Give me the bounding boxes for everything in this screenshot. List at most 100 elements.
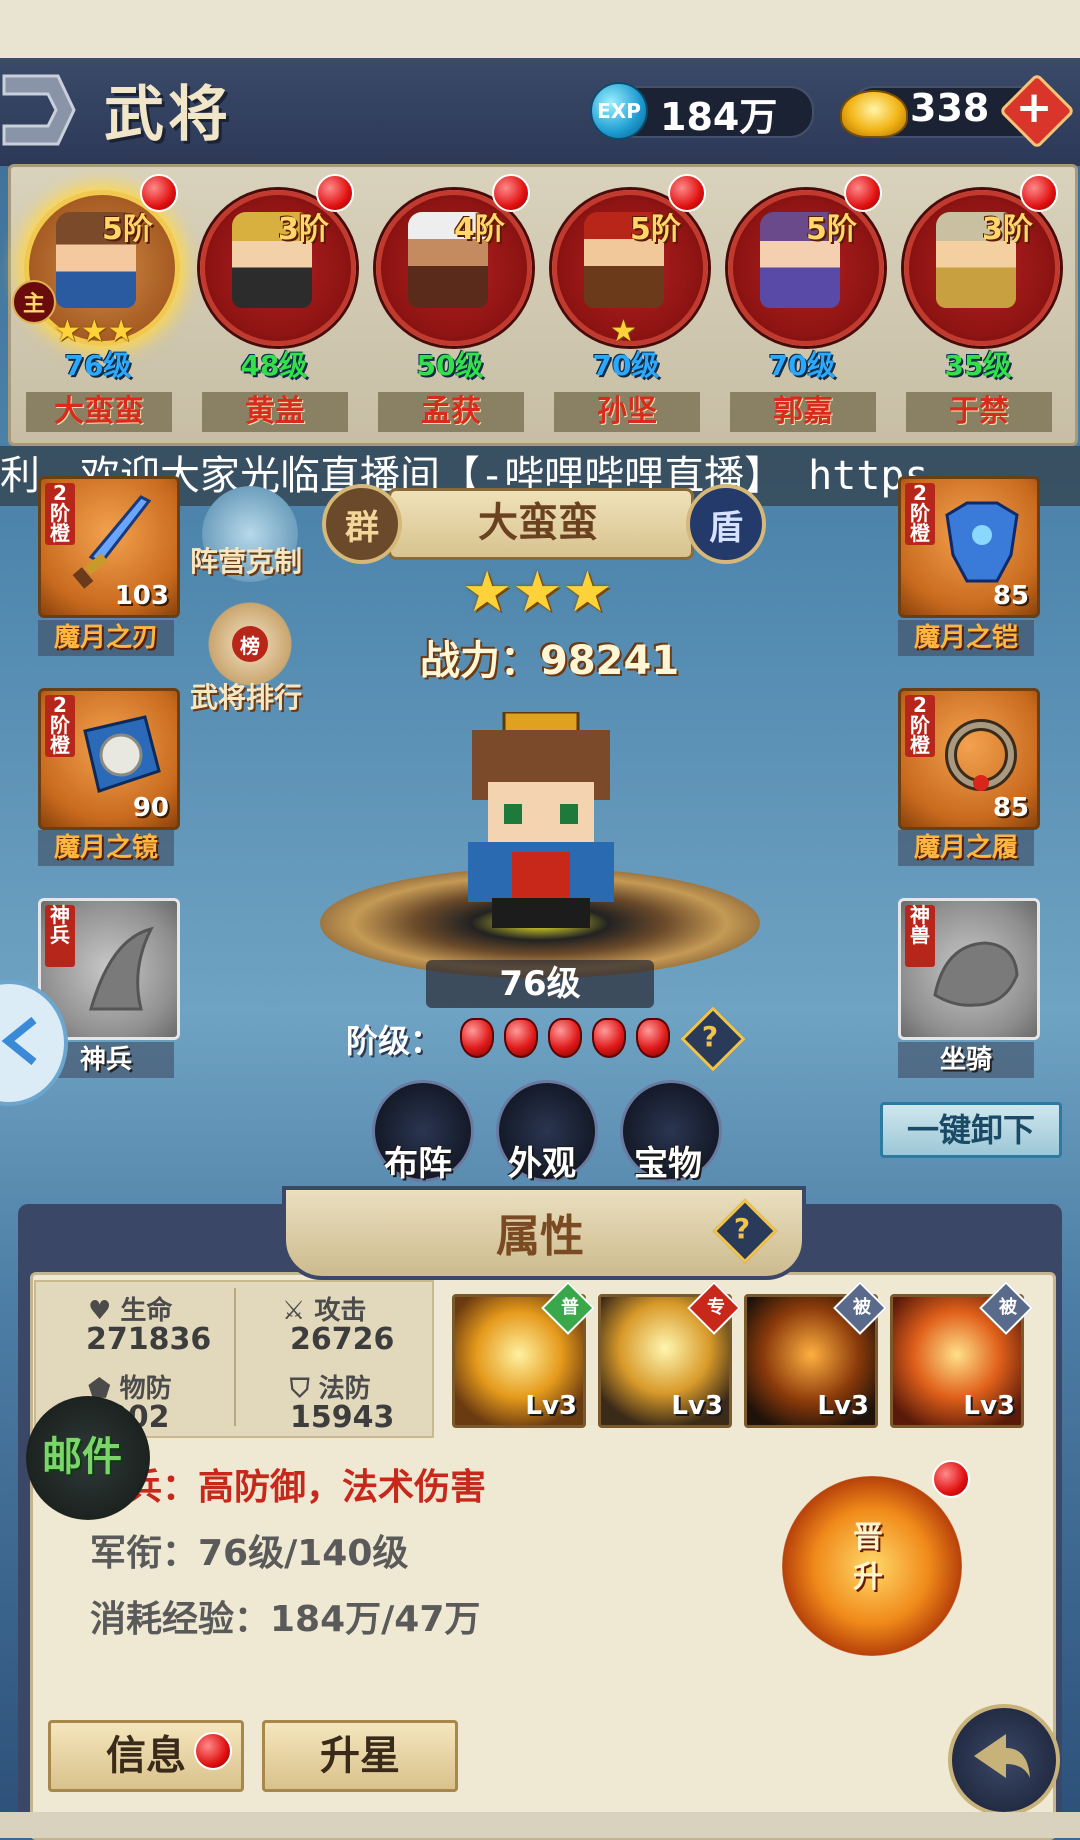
notification-dot [140, 174, 178, 212]
hero-slot-2[interactable]: 3阶 48级 黄盖 [196, 168, 356, 438]
rank-gem-icon [548, 1018, 582, 1058]
rank-gem-icon [504, 1018, 538, 1058]
hero-name: 大蛮蛮 [26, 392, 172, 432]
notification-dot [316, 174, 354, 212]
selected-hero-name: 大蛮蛮 [478, 500, 598, 546]
divine-weapon-icon [89, 926, 154, 1011]
treasure-label: 宝物 [634, 1144, 702, 1184]
status-strip [0, 0, 1080, 60]
rank-gem-icon [636, 1018, 670, 1058]
equip-weapon-slot[interactable]: 2阶橙 103 [38, 476, 180, 618]
stats-divider [234, 1288, 236, 1426]
rank-gem-icon [460, 1018, 494, 1058]
hero-tier: 5阶 [102, 212, 153, 247]
hero-level: 35级 [944, 349, 1012, 382]
ring-icon [945, 719, 1017, 791]
hero-ranking-button[interactable]: 武将排行 [190, 676, 302, 716]
sword-icon [72, 495, 152, 589]
notification-dot [194, 1732, 232, 1770]
hero-name: 孙坚 [554, 392, 700, 432]
hero-slot-4[interactable]: 5阶 ★ 70级 孙坚 [548, 168, 708, 438]
equip-label: 魔月之刃 [38, 620, 174, 656]
hero-level: 48级 [240, 349, 308, 382]
mail-label: 邮件 [42, 1434, 122, 1480]
skill-slot-1[interactable]: 普 Lv3 [452, 1281, 595, 1428]
lord-badge: 主 [12, 280, 56, 324]
gold-ingot-icon [840, 90, 908, 138]
notification-dot [932, 1460, 970, 1498]
hero-avatar [468, 712, 614, 928]
skill-slot-3[interactable]: 被 Lv3 [744, 1281, 887, 1428]
tab-star-up[interactable]: 升星 [262, 1720, 458, 1792]
notification-dot [492, 174, 530, 212]
equip-tier-badge: 2阶橙 [45, 695, 75, 757]
plus-icon: + [1015, 82, 1053, 133]
mirror-icon [83, 715, 161, 793]
hero-level: 70级 [768, 349, 836, 382]
role-badge: 盾 [686, 484, 766, 564]
skill-type-text: 被 [853, 1297, 871, 1318]
gold-value: 338 [910, 86, 990, 130]
hero-name: 黄盖 [202, 392, 348, 432]
skill-slot-4[interactable]: 被 Lv3 [890, 1281, 1033, 1428]
hero-level: 50级 [416, 349, 484, 382]
attack-value: 26726 [290, 1322, 395, 1357]
equip-value: 90 [132, 793, 169, 823]
equip-value: 85 [992, 581, 1029, 611]
equip-label: 魔月之铠 [898, 620, 1034, 656]
chevron-left-icon [1, 1016, 37, 1066]
equip-boots-slot[interactable]: 2阶橙 85 [898, 688, 1040, 830]
hero-name: 郭嘉 [730, 392, 876, 432]
hero-tier: 5阶 [806, 212, 857, 247]
equip-mirror-slot[interactable]: 2阶橙 90 [38, 688, 180, 830]
hero-name: 孟获 [378, 392, 524, 432]
skill-type-text: 普 [561, 1297, 579, 1318]
equip-armor-slot[interactable]: 2阶橙 85 [898, 476, 1040, 618]
mount-slot[interactable]: 神兽 [898, 898, 1040, 1040]
armor-icon [945, 501, 1019, 583]
unequip-all-button[interactable]: 一键卸下 [880, 1102, 1062, 1158]
hero-slot-5[interactable]: 5阶 70级 郭嘉 [724, 168, 884, 438]
hp-value: 271836 [86, 1322, 212, 1357]
question-icon: ? [733, 1211, 751, 1245]
hero-tier: 4阶 [454, 212, 505, 247]
equip-tier-badge: 2阶橙 [905, 695, 935, 757]
page-title: 武将 [104, 80, 232, 150]
exp-cost-info: 消耗经验：184万/47万 [90, 1599, 481, 1640]
magic-defense-value: 15943 [290, 1400, 395, 1435]
notification-dot [1020, 174, 1058, 212]
hero-level-plate: 76级 [426, 960, 654, 1008]
skill-type-text: 专 [707, 1297, 725, 1318]
camp-restraint-button[interactable]: 阵营克制 [190, 540, 302, 580]
skill-slot-2[interactable]: 专 Lv3 [598, 1281, 741, 1428]
equip-label: 魔月之履 [898, 830, 1034, 866]
equip-label: 魔月之镜 [38, 830, 174, 866]
formation-label: 布阵 [384, 1144, 452, 1184]
hero-name: 于禁 [906, 392, 1052, 432]
notification-dot [844, 174, 882, 212]
equip-value: 103 [114, 581, 169, 611]
bottom-strip [0, 1812, 1080, 1838]
back-arrow-icon [974, 1734, 1030, 1778]
exp-icon: EXP [590, 82, 648, 140]
skill-level: Lv3 [671, 1391, 723, 1421]
combat-power: 战力：98241 [420, 638, 680, 684]
skill-level: Lv3 [817, 1391, 869, 1421]
equip-tier-badge: 2阶橙 [905, 483, 935, 545]
skill-level: Lv3 [525, 1391, 577, 1421]
skill-type-text: 被 [999, 1297, 1017, 1318]
exp-value: 184万 [660, 95, 778, 139]
skill-level: Lv3 [963, 1391, 1015, 1421]
header-ornament-icon [2, 74, 76, 146]
hero-slot-3[interactable]: 4阶 50级 孟获 [372, 168, 532, 438]
hero-slot-6[interactable]: 3阶 35级 于禁 [900, 168, 1060, 438]
hero-tier: 3阶 [982, 212, 1033, 247]
promote-label: 晋升 [853, 1520, 883, 1595]
faction-badge: 群 [322, 484, 402, 564]
mount-icon [933, 941, 1019, 1007]
hero-star-rating: ★★★ [462, 560, 613, 625]
hero-level: 76级 [64, 349, 132, 382]
notification-dot [668, 174, 706, 212]
question-icon: ? [701, 1019, 719, 1053]
equip-label: 坐骑 [898, 1042, 1034, 1078]
